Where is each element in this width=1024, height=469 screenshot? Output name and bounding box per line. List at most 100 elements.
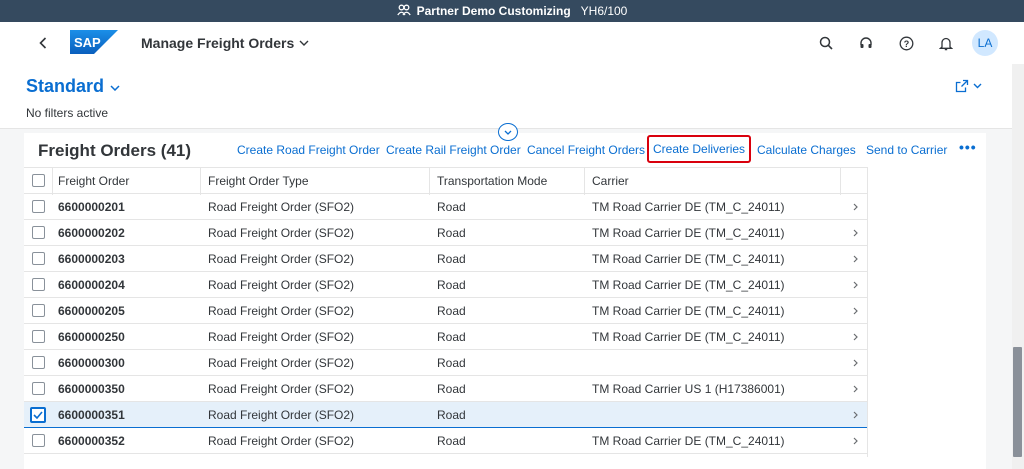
table-row[interactable]: 6600000352 Road Freight Order (SFO2) Road T… bbox=[24, 428, 867, 454]
row-navigation-button[interactable] bbox=[844, 350, 866, 375]
row-navigation-button[interactable] bbox=[844, 324, 866, 349]
chevron-down-icon bbox=[110, 80, 120, 94]
help-button[interactable]: ? bbox=[886, 29, 926, 57]
collapse-header-button[interactable] bbox=[498, 123, 518, 141]
transportation-mode: Road bbox=[437, 251, 466, 266]
chevron-right-icon bbox=[853, 359, 858, 366]
back-button[interactable] bbox=[34, 32, 52, 54]
freight-order-type: Road Freight Order (SFO2) bbox=[208, 433, 355, 448]
freight-order-type: Road Freight Order (SFO2) bbox=[208, 303, 355, 318]
checkbox[interactable] bbox=[31, 304, 45, 317]
checkbox[interactable] bbox=[31, 200, 45, 213]
create-deliveries-button[interactable]: Create Deliveries bbox=[647, 135, 752, 163]
column-header-carrier[interactable]: Carrier bbox=[592, 168, 629, 193]
table-row[interactable]: 6600000351 Road Freight Order (SFO2) Road bbox=[24, 402, 867, 428]
column-header-freight-order[interactable]: Freight Order bbox=[58, 168, 129, 193]
row-navigation-button[interactable] bbox=[844, 272, 866, 297]
search-button[interactable] bbox=[806, 29, 846, 57]
system-bar: Partner Demo Customizing YH6/100 bbox=[0, 0, 1024, 22]
table-row[interactable]: 6600000201 Road Freight Order (SFO2) Road T… bbox=[24, 194, 867, 220]
headset-icon bbox=[860, 37, 872, 48]
bell-icon bbox=[939, 37, 953, 50]
checkbox[interactable] bbox=[31, 252, 45, 265]
app-title: Manage Freight Orders bbox=[141, 35, 295, 51]
transportation-mode: Road bbox=[437, 225, 466, 240]
share-icon bbox=[955, 79, 969, 93]
freight-order-type: Road Freight Order (SFO2) bbox=[208, 355, 355, 370]
column-header-freight-order-type[interactable]: Freight Order Type bbox=[208, 168, 309, 193]
row-checkbox[interactable] bbox=[24, 428, 52, 453]
send-to-carrier-button[interactable]: Send to Carrier bbox=[866, 143, 947, 157]
create-rail-freight-order-button[interactable]: Create Rail Freight Order bbox=[386, 143, 521, 157]
row-checkbox[interactable] bbox=[24, 376, 52, 401]
variant-selector[interactable]: Standard bbox=[26, 76, 120, 97]
cancel-freight-orders-button[interactable]: Cancel Freight Orders bbox=[527, 143, 645, 157]
app-title-menu[interactable]: Manage Freight Orders bbox=[141, 35, 309, 51]
row-checkbox[interactable] bbox=[24, 324, 52, 349]
back-icon bbox=[39, 37, 47, 49]
row-navigation-button[interactable] bbox=[844, 194, 866, 219]
sap-logo[interactable]: SAP bbox=[70, 30, 118, 54]
freight-order-type: Road Freight Order (SFO2) bbox=[208, 225, 355, 240]
row-navigation-button[interactable] bbox=[844, 246, 866, 271]
checkbox[interactable] bbox=[31, 382, 45, 395]
more-actions-button[interactable]: ••• bbox=[959, 139, 977, 155]
support-button[interactable] bbox=[846, 29, 886, 57]
select-all-checkbox[interactable] bbox=[24, 168, 52, 193]
row-navigation-button[interactable] bbox=[844, 428, 866, 453]
transportation-mode: Road bbox=[437, 329, 466, 344]
avatar[interactable]: LA bbox=[972, 30, 998, 56]
transportation-mode: Road bbox=[437, 355, 466, 370]
chevron-right-icon bbox=[853, 281, 858, 288]
page-header: Standard No filters active bbox=[0, 64, 1012, 129]
table-title: Freight Orders (41) bbox=[38, 141, 192, 160]
table-row[interactable]: 6600000250 Road Freight Order (SFO2) Road T… bbox=[24, 324, 867, 350]
checkbox[interactable] bbox=[31, 356, 45, 369]
checkbox[interactable] bbox=[31, 434, 45, 447]
table-row[interactable]: 6600000204 Road Freight Order (SFO2) Road T… bbox=[24, 272, 867, 298]
chevron-right-icon bbox=[853, 229, 858, 236]
carrier: TM Road Carrier DE (TM_C_24011) bbox=[592, 303, 785, 318]
table-row[interactable]: 6600000350 Road Freight Order (SFO2) Road T… bbox=[24, 376, 867, 402]
notifications-button[interactable] bbox=[926, 29, 966, 57]
row-checkbox[interactable] bbox=[24, 402, 52, 427]
variant-title: Standard bbox=[26, 76, 105, 96]
help-icon: ? bbox=[899, 36, 913, 50]
row-navigation-button[interactable] bbox=[844, 298, 866, 323]
freight-order-number: 6600000350 bbox=[58, 381, 125, 396]
calculate-charges-button[interactable]: Calculate Charges bbox=[757, 143, 856, 157]
checkbox[interactable] bbox=[30, 406, 46, 423]
checkbox[interactable] bbox=[31, 330, 45, 343]
checkbox[interactable] bbox=[31, 226, 45, 239]
row-navigation-button[interactable] bbox=[844, 402, 866, 427]
table-row[interactable]: 6600000203 Road Freight Order (SFO2) Road T… bbox=[24, 246, 867, 272]
row-checkbox[interactable] bbox=[24, 272, 52, 297]
row-checkbox[interactable] bbox=[24, 298, 52, 323]
carrier: TM Road Carrier DE (TM_C_24011) bbox=[592, 199, 785, 214]
checkbox[interactable] bbox=[31, 278, 45, 291]
column-header-transportation-mode[interactable]: Transportation Mode bbox=[437, 168, 547, 193]
checkmark-icon bbox=[33, 410, 43, 419]
chevron-down-icon bbox=[504, 130, 512, 135]
row-navigation-button[interactable] bbox=[844, 220, 866, 245]
freight-order-type: Road Freight Order (SFO2) bbox=[208, 277, 355, 292]
chevron-right-icon bbox=[853, 255, 858, 262]
row-checkbox[interactable] bbox=[24, 350, 52, 375]
svg-text:?: ? bbox=[903, 39, 909, 49]
transportation-mode: Road bbox=[437, 303, 466, 318]
row-checkbox[interactable] bbox=[24, 194, 52, 219]
transportation-mode: Road bbox=[437, 277, 466, 292]
scrollbar-thumb[interactable] bbox=[1013, 347, 1022, 457]
freight-order-type: Road Freight Order (SFO2) bbox=[208, 407, 355, 422]
table-row[interactable]: 6600000300 Road Freight Order (SFO2) Road bbox=[24, 350, 867, 376]
create-road-freight-order-button[interactable]: Create Road Freight Order bbox=[237, 143, 380, 157]
row-checkbox[interactable] bbox=[24, 220, 52, 245]
row-checkbox[interactable] bbox=[24, 246, 52, 271]
freight-order-number: 6600000205 bbox=[58, 303, 125, 318]
carrier: TM Road Carrier US 1 (H17386001) bbox=[592, 381, 785, 396]
share-button[interactable] bbox=[955, 79, 982, 93]
table-row[interactable]: 6600000202 Road Freight Order (SFO2) Road T… bbox=[24, 220, 867, 246]
row-navigation-button[interactable] bbox=[844, 376, 866, 401]
freight-order-number: 6600000204 bbox=[58, 277, 125, 292]
table-row[interactable]: 6600000205 Road Freight Order (SFO2) Road T… bbox=[24, 298, 867, 324]
